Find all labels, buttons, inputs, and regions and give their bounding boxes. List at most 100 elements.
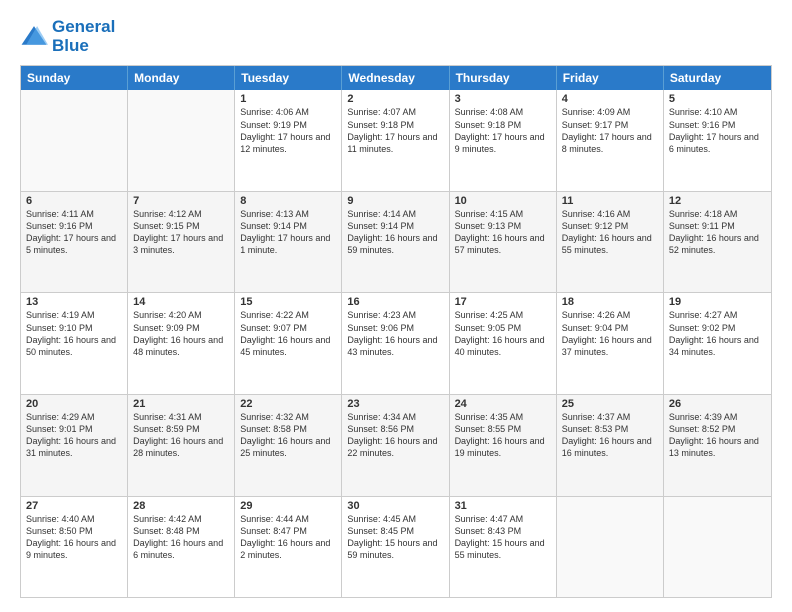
logo-icon xyxy=(20,23,48,51)
logo-text: GeneralBlue xyxy=(52,18,115,55)
day-number: 11 xyxy=(562,195,658,207)
day-number: 20 xyxy=(26,398,122,410)
day-number: 6 xyxy=(26,195,122,207)
day-cell-5: 5Sunrise: 4:10 AM Sunset: 9:16 PM Daylig… xyxy=(664,90,771,191)
day-number: 17 xyxy=(455,296,551,308)
day-header-wednesday: Wednesday xyxy=(342,66,449,90)
day-cell-1: 1Sunrise: 4:06 AM Sunset: 9:19 PM Daylig… xyxy=(235,90,342,191)
day-number: 23 xyxy=(347,398,443,410)
day-number: 24 xyxy=(455,398,551,410)
day-info: Sunrise: 4:14 AM Sunset: 9:14 PM Dayligh… xyxy=(347,208,443,257)
day-cell-15: 15Sunrise: 4:22 AM Sunset: 9:07 PM Dayli… xyxy=(235,293,342,394)
day-info: Sunrise: 4:19 AM Sunset: 9:10 PM Dayligh… xyxy=(26,309,122,358)
day-number: 30 xyxy=(347,500,443,512)
week-row-4: 20Sunrise: 4:29 AM Sunset: 9:01 PM Dayli… xyxy=(21,394,771,496)
day-cell-22: 22Sunrise: 4:32 AM Sunset: 8:58 PM Dayli… xyxy=(235,395,342,496)
day-number: 10 xyxy=(455,195,551,207)
day-header-sunday: Sunday xyxy=(21,66,128,90)
day-info: Sunrise: 4:12 AM Sunset: 9:15 PM Dayligh… xyxy=(133,208,229,257)
day-number: 29 xyxy=(240,500,336,512)
calendar: SundayMondayTuesdayWednesdayThursdayFrid… xyxy=(20,65,772,598)
day-number: 27 xyxy=(26,500,122,512)
day-cell-24: 24Sunrise: 4:35 AM Sunset: 8:55 PM Dayli… xyxy=(450,395,557,496)
empty-cell xyxy=(664,497,771,598)
day-number: 7 xyxy=(133,195,229,207)
day-info: Sunrise: 4:22 AM Sunset: 9:07 PM Dayligh… xyxy=(240,309,336,358)
day-info: Sunrise: 4:26 AM Sunset: 9:04 PM Dayligh… xyxy=(562,309,658,358)
day-info: Sunrise: 4:40 AM Sunset: 8:50 PM Dayligh… xyxy=(26,513,122,562)
day-info: Sunrise: 4:42 AM Sunset: 8:48 PM Dayligh… xyxy=(133,513,229,562)
day-cell-19: 19Sunrise: 4:27 AM Sunset: 9:02 PM Dayli… xyxy=(664,293,771,394)
week-row-3: 13Sunrise: 4:19 AM Sunset: 9:10 PM Dayli… xyxy=(21,292,771,394)
day-cell-21: 21Sunrise: 4:31 AM Sunset: 8:59 PM Dayli… xyxy=(128,395,235,496)
day-info: Sunrise: 4:08 AM Sunset: 9:18 PM Dayligh… xyxy=(455,106,551,155)
day-number: 13 xyxy=(26,296,122,308)
day-number: 14 xyxy=(133,296,229,308)
day-number: 12 xyxy=(669,195,766,207)
day-info: Sunrise: 4:35 AM Sunset: 8:55 PM Dayligh… xyxy=(455,411,551,460)
day-number: 15 xyxy=(240,296,336,308)
day-number: 16 xyxy=(347,296,443,308)
day-number: 4 xyxy=(562,93,658,105)
day-cell-16: 16Sunrise: 4:23 AM Sunset: 9:06 PM Dayli… xyxy=(342,293,449,394)
day-info: Sunrise: 4:27 AM Sunset: 9:02 PM Dayligh… xyxy=(669,309,766,358)
day-number: 26 xyxy=(669,398,766,410)
day-cell-29: 29Sunrise: 4:44 AM Sunset: 8:47 PM Dayli… xyxy=(235,497,342,598)
day-cell-6: 6Sunrise: 4:11 AM Sunset: 9:16 PM Daylig… xyxy=(21,192,128,293)
calendar-body: 1Sunrise: 4:06 AM Sunset: 9:19 PM Daylig… xyxy=(21,90,771,597)
day-cell-23: 23Sunrise: 4:34 AM Sunset: 8:56 PM Dayli… xyxy=(342,395,449,496)
day-cell-27: 27Sunrise: 4:40 AM Sunset: 8:50 PM Dayli… xyxy=(21,497,128,598)
day-number: 28 xyxy=(133,500,229,512)
day-cell-18: 18Sunrise: 4:26 AM Sunset: 9:04 PM Dayli… xyxy=(557,293,664,394)
day-cell-25: 25Sunrise: 4:37 AM Sunset: 8:53 PM Dayli… xyxy=(557,395,664,496)
day-cell-4: 4Sunrise: 4:09 AM Sunset: 9:17 PM Daylig… xyxy=(557,90,664,191)
day-number: 8 xyxy=(240,195,336,207)
day-info: Sunrise: 4:18 AM Sunset: 9:11 PM Dayligh… xyxy=(669,208,766,257)
day-cell-8: 8Sunrise: 4:13 AM Sunset: 9:14 PM Daylig… xyxy=(235,192,342,293)
week-row-2: 6Sunrise: 4:11 AM Sunset: 9:16 PM Daylig… xyxy=(21,191,771,293)
day-info: Sunrise: 4:47 AM Sunset: 8:43 PM Dayligh… xyxy=(455,513,551,562)
day-header-saturday: Saturday xyxy=(664,66,771,90)
day-number: 25 xyxy=(562,398,658,410)
day-info: Sunrise: 4:06 AM Sunset: 9:19 PM Dayligh… xyxy=(240,106,336,155)
day-info: Sunrise: 4:15 AM Sunset: 9:13 PM Dayligh… xyxy=(455,208,551,257)
day-number: 22 xyxy=(240,398,336,410)
day-number: 3 xyxy=(455,93,551,105)
day-number: 5 xyxy=(669,93,766,105)
day-info: Sunrise: 4:25 AM Sunset: 9:05 PM Dayligh… xyxy=(455,309,551,358)
header: GeneralBlue xyxy=(20,18,772,55)
day-info: Sunrise: 4:10 AM Sunset: 9:16 PM Dayligh… xyxy=(669,106,766,155)
day-info: Sunrise: 4:32 AM Sunset: 8:58 PM Dayligh… xyxy=(240,411,336,460)
empty-cell xyxy=(557,497,664,598)
day-cell-3: 3Sunrise: 4:08 AM Sunset: 9:18 PM Daylig… xyxy=(450,90,557,191)
day-info: Sunrise: 4:37 AM Sunset: 8:53 PM Dayligh… xyxy=(562,411,658,460)
page: GeneralBlue SundayMondayTuesdayWednesday… xyxy=(0,0,792,612)
day-info: Sunrise: 4:11 AM Sunset: 9:16 PM Dayligh… xyxy=(26,208,122,257)
day-info: Sunrise: 4:39 AM Sunset: 8:52 PM Dayligh… xyxy=(669,411,766,460)
day-cell-20: 20Sunrise: 4:29 AM Sunset: 9:01 PM Dayli… xyxy=(21,395,128,496)
day-cell-14: 14Sunrise: 4:20 AM Sunset: 9:09 PM Dayli… xyxy=(128,293,235,394)
day-cell-26: 26Sunrise: 4:39 AM Sunset: 8:52 PM Dayli… xyxy=(664,395,771,496)
day-cell-10: 10Sunrise: 4:15 AM Sunset: 9:13 PM Dayli… xyxy=(450,192,557,293)
day-cell-11: 11Sunrise: 4:16 AM Sunset: 9:12 PM Dayli… xyxy=(557,192,664,293)
day-info: Sunrise: 4:13 AM Sunset: 9:14 PM Dayligh… xyxy=(240,208,336,257)
day-number: 18 xyxy=(562,296,658,308)
day-header-tuesday: Tuesday xyxy=(235,66,342,90)
day-number: 2 xyxy=(347,93,443,105)
day-number: 21 xyxy=(133,398,229,410)
day-cell-13: 13Sunrise: 4:19 AM Sunset: 9:10 PM Dayli… xyxy=(21,293,128,394)
day-info: Sunrise: 4:09 AM Sunset: 9:17 PM Dayligh… xyxy=(562,106,658,155)
day-info: Sunrise: 4:45 AM Sunset: 8:45 PM Dayligh… xyxy=(347,513,443,562)
day-info: Sunrise: 4:20 AM Sunset: 9:09 PM Dayligh… xyxy=(133,309,229,358)
week-row-1: 1Sunrise: 4:06 AM Sunset: 9:19 PM Daylig… xyxy=(21,90,771,191)
day-cell-9: 9Sunrise: 4:14 AM Sunset: 9:14 PM Daylig… xyxy=(342,192,449,293)
day-info: Sunrise: 4:29 AM Sunset: 9:01 PM Dayligh… xyxy=(26,411,122,460)
day-info: Sunrise: 4:16 AM Sunset: 9:12 PM Dayligh… xyxy=(562,208,658,257)
day-info: Sunrise: 4:34 AM Sunset: 8:56 PM Dayligh… xyxy=(347,411,443,460)
day-header-monday: Monday xyxy=(128,66,235,90)
day-info: Sunrise: 4:23 AM Sunset: 9:06 PM Dayligh… xyxy=(347,309,443,358)
day-header-thursday: Thursday xyxy=(450,66,557,90)
day-cell-7: 7Sunrise: 4:12 AM Sunset: 9:15 PM Daylig… xyxy=(128,192,235,293)
day-info: Sunrise: 4:07 AM Sunset: 9:18 PM Dayligh… xyxy=(347,106,443,155)
day-header-friday: Friday xyxy=(557,66,664,90)
